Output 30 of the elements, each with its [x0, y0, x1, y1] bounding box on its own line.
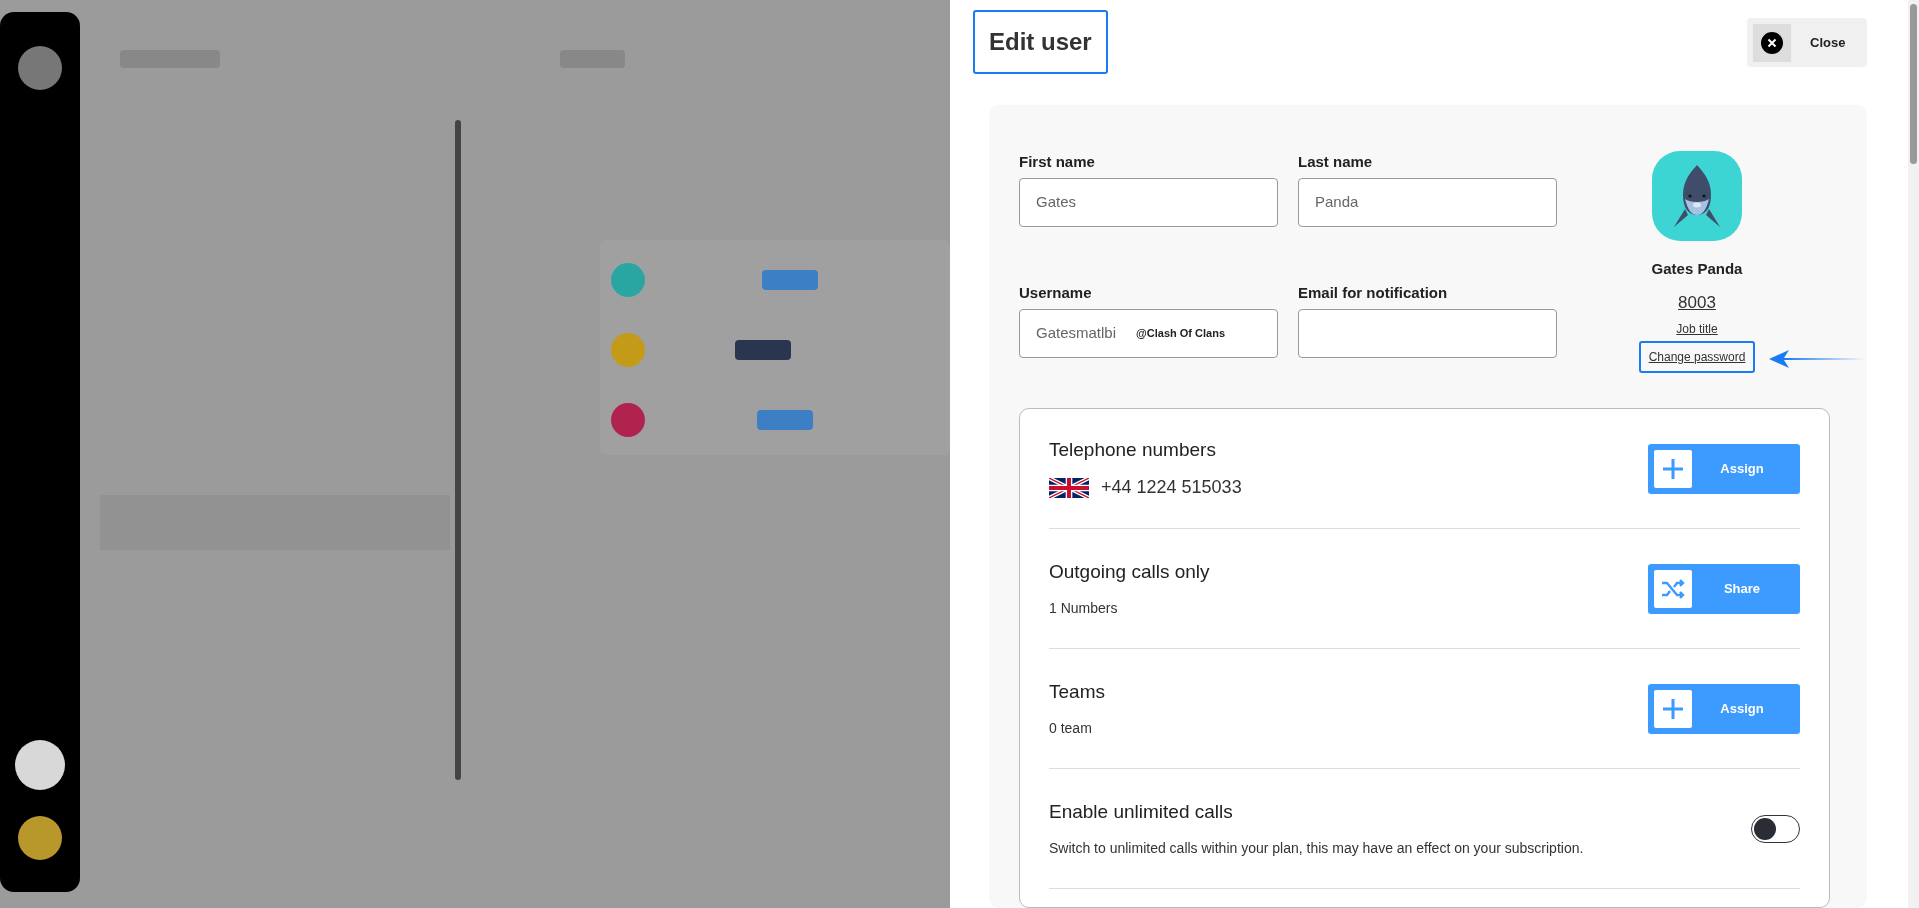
user-name: Gates Panda [1651, 259, 1743, 279]
section-description: 0 team [1049, 719, 1093, 739]
input-field[interactable]: Gatesmatlbi @Clash Of Clans [1019, 309, 1278, 358]
change-password-link[interactable]: Change password [1638, 341, 1756, 373]
input-field[interactable] [1298, 309, 1557, 358]
close-button[interactable]: Close [1747, 18, 1867, 67]
field-label: Email for notification [1298, 283, 1449, 300]
toggle-switch[interactable] [1751, 814, 1800, 843]
uk-flag-icon [1049, 477, 1089, 498]
field-label: First name [1019, 152, 1096, 169]
extension-link[interactable]: 8003 [1678, 289, 1716, 315]
plus-icon [1662, 457, 1684, 480]
shuffle-icon [1661, 578, 1685, 599]
phone-number: +44 1224 515033 [1101, 476, 1242, 500]
field-label: Username [1019, 283, 1093, 300]
section-title: Outgoing calls only [1049, 559, 1210, 584]
avatar-icon [1652, 151, 1742, 241]
plus-icon [1662, 697, 1684, 720]
section-description: Switch to unlimited calls within your plan, this may have an effect on your subscription. [1049, 839, 1584, 859]
job-title-link[interactable]: Job title [1676, 320, 1718, 338]
input-field[interactable]: Gates [1019, 178, 1278, 227]
field-label: Last name [1298, 152, 1374, 169]
username-domain: @Clash Of Clans [1136, 326, 1225, 342]
dialog-title: Edit user [973, 10, 1108, 74]
section-title: Telephone numbers [1049, 437, 1217, 462]
input-field[interactable]: Panda [1298, 178, 1557, 227]
section-title: Enable unlimited calls [1049, 799, 1234, 824]
section-title: Teams [1049, 679, 1105, 704]
section-description: 1 Numbers [1049, 599, 1119, 619]
close-icon [1761, 31, 1783, 54]
